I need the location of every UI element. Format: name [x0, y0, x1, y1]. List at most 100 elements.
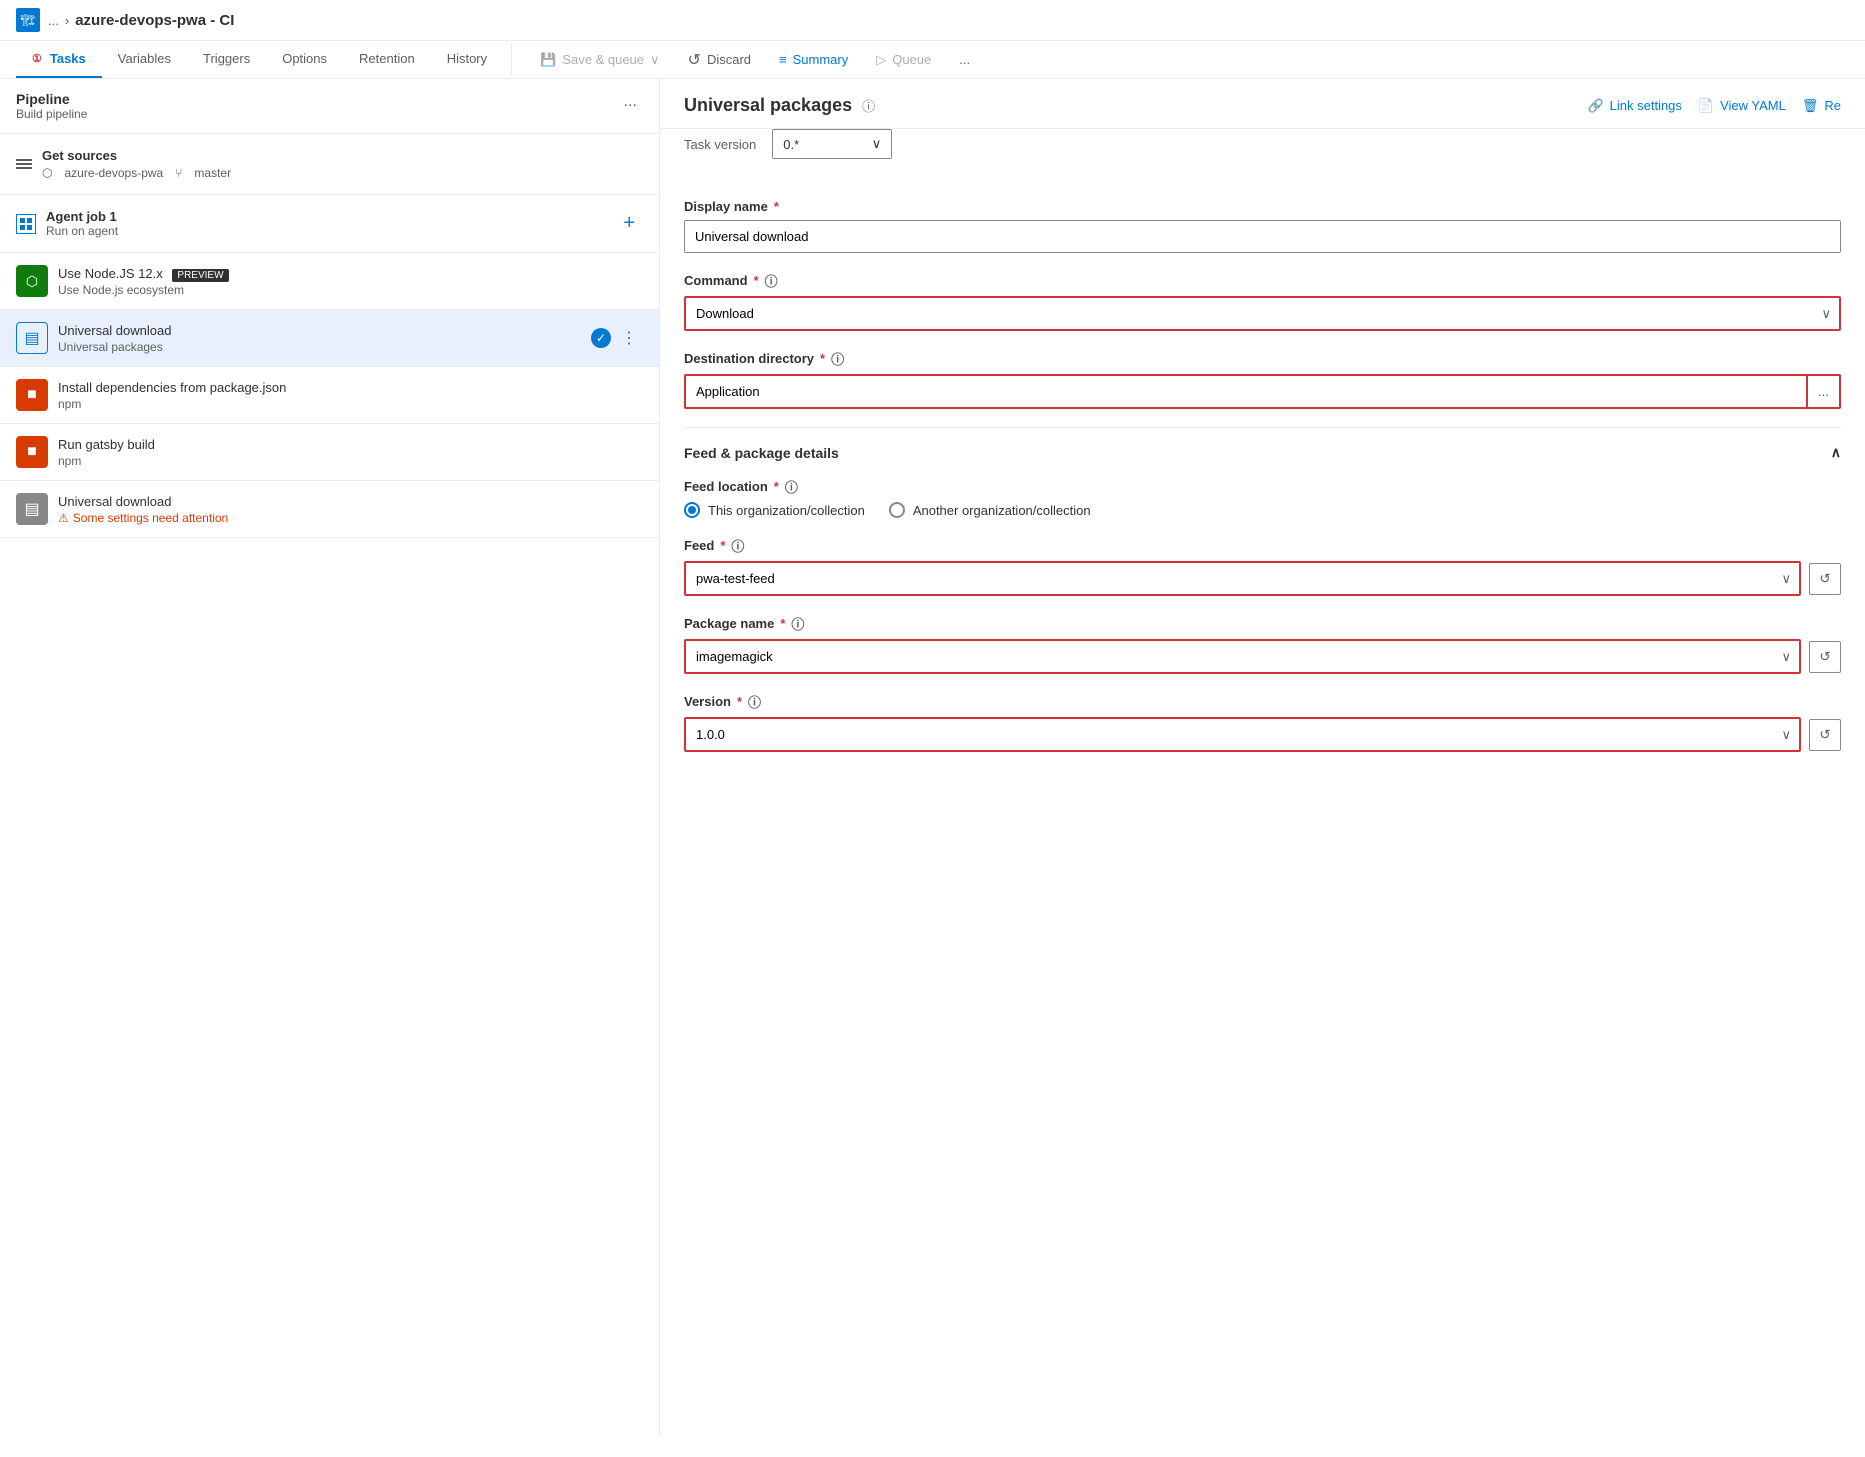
package-name-label: Package name * ⓘ: [684, 614, 1841, 633]
nodejs-icon: ⬡: [26, 273, 38, 290]
nav-tabs: ① Tasks Variables Triggers Options Reten…: [0, 41, 1865, 79]
destination-dir-browse-button[interactable]: ...: [1808, 374, 1841, 409]
destination-dir-row: ...: [684, 374, 1841, 409]
pipeline-more-button[interactable]: ...: [618, 91, 643, 113]
task-dots-button[interactable]: ⋮: [615, 326, 643, 350]
pipeline-title: Pipeline: [16, 91, 87, 107]
command-group: Command * ⓘ Download Publish ∨: [684, 271, 1841, 331]
command-info-icon[interactable]: ⓘ: [765, 271, 778, 290]
get-sources-icon: [16, 159, 32, 169]
destination-dir-label: Destination directory * ⓘ: [684, 349, 1841, 368]
refresh-icon: ↺: [1819, 571, 1830, 587]
feed-info-icon[interactable]: ⓘ: [731, 536, 744, 555]
remove-icon: 🗑: [1802, 98, 1819, 114]
tab-variables[interactable]: Variables: [102, 41, 187, 78]
destination-dir-info-icon[interactable]: ⓘ: [831, 349, 844, 368]
tab-triggers[interactable]: Triggers: [187, 41, 266, 78]
feed-label: Feed * ⓘ: [684, 536, 1841, 555]
display-name-input[interactable]: [684, 220, 1841, 253]
queue-button[interactable]: ▷ Queue: [864, 46, 943, 74]
tab-history[interactable]: History: [431, 41, 503, 78]
task-install-deps[interactable]: ■ Install dependencies from package.json…: [0, 367, 659, 424]
destination-dir-group: Destination directory * ⓘ ...: [684, 349, 1841, 409]
view-yaml-button[interactable]: 📄 View YAML: [1698, 98, 1786, 114]
save-queue-button[interactable]: 💾 Save & queue ∨: [528, 46, 671, 74]
gatsby-build-subtitle: npm: [58, 454, 643, 468]
breadcrumb-dots[interactable]: ...: [48, 13, 59, 28]
right-header: Universal packages ⓘ 🔗 Link settings 📄 V…: [660, 79, 1865, 129]
link-settings-button[interactable]: 🔗 Link settings: [1587, 98, 1681, 114]
version-group: Version * ⓘ 1.0.0 ∨ ↺: [684, 692, 1841, 752]
feed-select[interactable]: pwa-test-feed: [684, 561, 1801, 596]
task-version-select[interactable]: 0.* ∨: [772, 129, 892, 159]
command-required: *: [754, 273, 759, 288]
display-name-group: Display name *: [684, 199, 1841, 253]
package-name-select[interactable]: imagemagick: [684, 639, 1801, 674]
display-name-label: Display name *: [684, 199, 1841, 214]
tab-retention[interactable]: Retention: [343, 41, 431, 78]
top-bar: 🏗 ... › azure-devops-pwa - CI: [0, 0, 1865, 41]
main-content: Pipeline Build pipeline ... Get sources …: [0, 79, 1865, 1436]
pipeline-subtitle: Build pipeline: [16, 107, 87, 121]
npm-icon: ■: [27, 386, 37, 404]
version-chevron-icon: ∨: [872, 136, 882, 152]
version-select[interactable]: 1.0.0: [684, 717, 1801, 752]
summary-button[interactable]: ≡ Summary: [767, 46, 860, 73]
feed-refresh-button[interactable]: ↺: [1809, 563, 1841, 595]
tab-options[interactable]: Options: [266, 41, 343, 78]
discard-button[interactable]: ↺ Discard: [676, 44, 763, 76]
header-info-icon[interactable]: ⓘ: [862, 96, 875, 115]
task-nodejs[interactable]: ⬡ Use Node.JS 12.x PREVIEW Use Node.js e…: [0, 253, 659, 310]
universal-download-2-content: Universal download ⚠ Some settings need …: [58, 494, 643, 525]
feed-location-another-radio: [889, 502, 905, 518]
gatsby-build-icon: ■: [16, 436, 48, 468]
universal-download-icon: ▤: [24, 328, 39, 348]
get-sources-content: Get sources ⬡ azure-devops-pwa ⑂ master: [42, 148, 643, 180]
destination-dir-required: *: [820, 351, 825, 366]
package-name-refresh-button[interactable]: ↺: [1809, 641, 1841, 673]
destination-dir-input[interactable]: [684, 374, 1808, 409]
breadcrumb-sep: ›: [65, 13, 69, 28]
right-panel: Universal packages ⓘ 🔗 Link settings 📄 V…: [660, 79, 1865, 1436]
get-sources-section: Get sources ⬡ azure-devops-pwa ⑂ master: [0, 134, 659, 195]
remove-button[interactable]: 🗑 Re: [1802, 98, 1841, 114]
feed-package-title[interactable]: Feed & package details ∧: [684, 444, 1841, 461]
version-refresh-button[interactable]: ↺: [1809, 719, 1841, 751]
version-select-wrapper: 1.0.0 ∨: [684, 717, 1801, 752]
section-divider: [684, 427, 1841, 428]
version-required: *: [737, 694, 742, 709]
more-button[interactable]: ...: [947, 46, 982, 73]
feed-location-info-icon[interactable]: ⓘ: [785, 477, 798, 496]
agent-job-subtitle: Run on agent: [46, 224, 118, 238]
universal-download-content: Universal download Universal packages: [58, 323, 581, 354]
feed-location-another-option[interactable]: Another organization/collection: [889, 502, 1091, 518]
dropdown-chevron-icon: ∨: [650, 52, 660, 68]
feed-location-group: Feed location * ⓘ This organization/coll…: [684, 477, 1841, 518]
package-name-info-icon[interactable]: ⓘ: [791, 614, 804, 633]
tab-tasks[interactable]: ① Tasks: [16, 41, 102, 78]
package-name-group: Package name * ⓘ imagemagick ∨ ↺: [684, 614, 1841, 674]
package-name-select-row: imagemagick ∨ ↺: [684, 639, 1841, 674]
command-select[interactable]: Download Publish: [684, 296, 1841, 331]
app-icon: 🏗: [16, 8, 40, 32]
feed-group: Feed * ⓘ pwa-test-feed ∨ ↺: [684, 536, 1841, 596]
feed-location-org-option[interactable]: This organization/collection: [684, 502, 865, 518]
get-sources-title: Get sources: [42, 148, 643, 163]
universal-2-icon: ▤: [24, 499, 39, 519]
version-select-row: 1.0.0 ∨ ↺: [684, 717, 1841, 752]
task-universal-download-2[interactable]: ▤ Universal download ⚠ Some settings nee…: [0, 481, 659, 538]
version-value: 0.*: [783, 137, 799, 152]
task-universal-download-active[interactable]: ▤ Universal download Universal packages …: [0, 310, 659, 367]
repo-name: azure-devops-pwa: [64, 166, 163, 180]
gatsby-build-title: Run gatsby build: [58, 437, 643, 452]
version-info-icon[interactable]: ⓘ: [748, 692, 761, 711]
queue-icon: ▷: [876, 52, 886, 68]
nodejs-task-subtitle: Use Node.js ecosystem: [58, 283, 643, 297]
universal-download-2-subtitle: ⚠ Some settings need attention: [58, 511, 643, 525]
section-collapse-icon: ∧: [1831, 444, 1841, 461]
version-refresh-icon: ↺: [1819, 727, 1830, 743]
task-gatsby-build[interactable]: ■ Run gatsby build npm: [0, 424, 659, 481]
warning-icon: ⚠: [58, 511, 69, 525]
add-task-button[interactable]: +: [615, 212, 643, 235]
branch-name: master: [194, 166, 231, 180]
